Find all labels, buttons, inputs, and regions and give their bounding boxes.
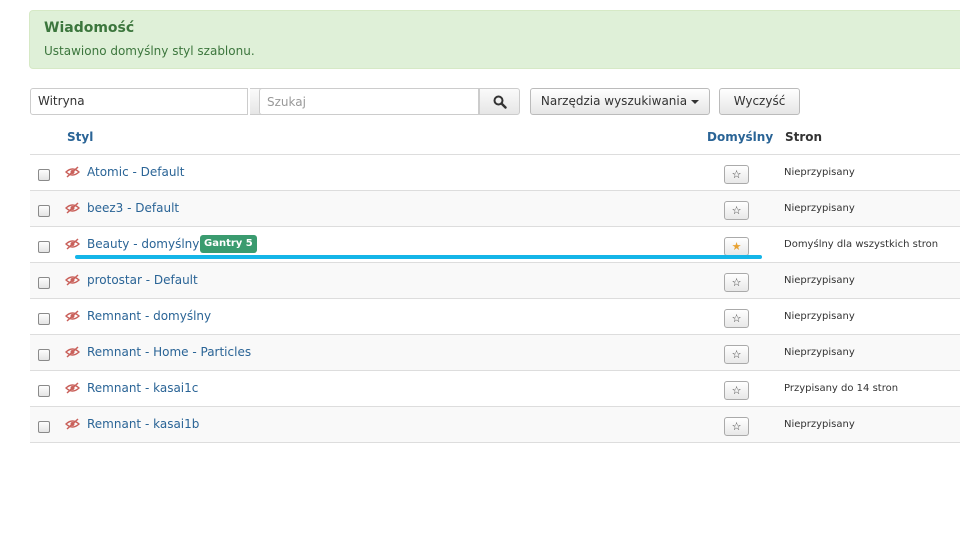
set-default-button[interactable]: ☆ bbox=[724, 417, 749, 436]
star-icon: ☆ bbox=[731, 276, 742, 289]
eye-slash-icon bbox=[65, 346, 80, 358]
assignment-status: Nieprzypisany bbox=[784, 203, 855, 214]
style-title-link[interactable]: Remnant - kasai1c bbox=[87, 381, 198, 395]
column-pages: Stron bbox=[785, 130, 823, 144]
row-checkbox[interactable] bbox=[38, 169, 50, 181]
table-row: protostar - Default ☆ Nieprzypisany bbox=[30, 263, 960, 299]
row-checkbox[interactable] bbox=[38, 241, 50, 253]
style-title-link[interactable]: Atomic - Default bbox=[87, 165, 184, 179]
set-default-button[interactable]: ★ bbox=[724, 237, 749, 256]
style-title-link[interactable]: protostar - Default bbox=[87, 273, 198, 287]
assignment-status: Domyślny dla wszystkich stron bbox=[784, 239, 939, 250]
style-title-link[interactable]: Beauty - domyślny bbox=[87, 237, 199, 251]
set-default-button[interactable]: ☆ bbox=[724, 381, 749, 400]
table-row: Remnant - kasai1b ☆ Nieprzypisany bbox=[30, 407, 960, 443]
star-icon: ★ bbox=[731, 240, 742, 253]
client-select[interactable]: Witryna bbox=[30, 88, 248, 115]
eye-slash-icon bbox=[65, 202, 80, 214]
eye-slash-icon bbox=[65, 310, 80, 322]
annotation-highlight-line bbox=[75, 255, 762, 259]
eye-slash-icon bbox=[65, 238, 80, 250]
search-input[interactable] bbox=[259, 88, 479, 115]
table-row: Remnant - Home - Particles ☆ Nieprzypisany bbox=[30, 335, 960, 371]
assignment-status: Nieprzypisany bbox=[784, 347, 855, 358]
search-icon bbox=[493, 95, 507, 109]
row-checkbox[interactable] bbox=[38, 205, 50, 217]
row-checkbox[interactable] bbox=[38, 385, 50, 397]
message-heading: Wiadomość bbox=[44, 20, 135, 36]
star-icon: ☆ bbox=[731, 204, 742, 217]
column-style-sort[interactable]: Styl bbox=[67, 130, 93, 144]
table-body: Atomic - Default ☆ Nieprzypisany beez3 - De… bbox=[30, 155, 960, 443]
style-title-link[interactable]: Remnant - domyślny bbox=[87, 309, 211, 323]
star-icon: ☆ bbox=[731, 168, 742, 181]
table-row: Remnant - kasai1c ☆ Przypisany do 14 stron bbox=[30, 371, 960, 407]
clear-button[interactable]: Wyczyść bbox=[719, 88, 800, 115]
table-row: Remnant - domyślny ☆ Nieprzypisany bbox=[30, 299, 960, 335]
search-tools-button[interactable]: Narzędzia wyszukiwania bbox=[530, 88, 710, 115]
assignment-status: Przypisany do 14 stron bbox=[784, 383, 899, 394]
message-alert: Wiadomość Ustawiono domyślny styl szablo… bbox=[29, 10, 960, 69]
eye-slash-icon bbox=[65, 418, 80, 430]
set-default-button[interactable]: ☆ bbox=[724, 309, 749, 328]
row-checkbox[interactable] bbox=[38, 277, 50, 289]
row-checkbox[interactable] bbox=[38, 313, 50, 325]
set-default-button[interactable]: ☆ bbox=[724, 165, 749, 184]
column-default-sort[interactable]: Domyślny bbox=[707, 130, 773, 144]
assignment-status: Nieprzypisany bbox=[784, 275, 855, 286]
star-icon: ☆ bbox=[731, 420, 742, 433]
eye-slash-icon bbox=[65, 166, 80, 178]
styles-table: Styl Domyślny Stron Atomic - Default ☆ Nie… bbox=[30, 119, 960, 443]
assignment-status: Nieprzypisany bbox=[784, 167, 855, 178]
star-icon: ☆ bbox=[731, 312, 742, 325]
set-default-button[interactable]: ☆ bbox=[724, 273, 749, 292]
set-default-button[interactable]: ☆ bbox=[724, 345, 749, 364]
row-checkbox[interactable] bbox=[38, 349, 50, 361]
caret-down-icon bbox=[691, 99, 700, 104]
style-title-link[interactable]: Remnant - Home - Particles bbox=[87, 345, 251, 359]
search-tools-label: Narzędzia wyszukiwania bbox=[540, 94, 688, 108]
table-row: Atomic - Default ☆ Nieprzypisany bbox=[30, 155, 960, 191]
table-header: Styl Domyślny Stron bbox=[30, 119, 960, 155]
assignment-status: Nieprzypisany bbox=[784, 419, 855, 430]
row-checkbox[interactable] bbox=[38, 421, 50, 433]
eye-slash-icon bbox=[65, 382, 80, 394]
table-row: beez3 - Default ☆ Nieprzypisany bbox=[30, 191, 960, 227]
search-button[interactable] bbox=[479, 88, 520, 115]
star-icon: ☆ bbox=[731, 384, 742, 397]
message-body: Ustawiono domyślny styl szablonu. bbox=[44, 44, 255, 58]
style-title-link[interactable]: beez3 - Default bbox=[87, 201, 179, 215]
star-icon: ☆ bbox=[731, 348, 742, 361]
assignment-status: Nieprzypisany bbox=[784, 311, 855, 322]
set-default-button[interactable]: ☆ bbox=[724, 201, 749, 220]
eye-slash-icon bbox=[65, 274, 80, 286]
style-title-link[interactable]: Remnant - kasai1b bbox=[87, 417, 199, 431]
template-badge: Gantry 5 bbox=[200, 235, 257, 253]
